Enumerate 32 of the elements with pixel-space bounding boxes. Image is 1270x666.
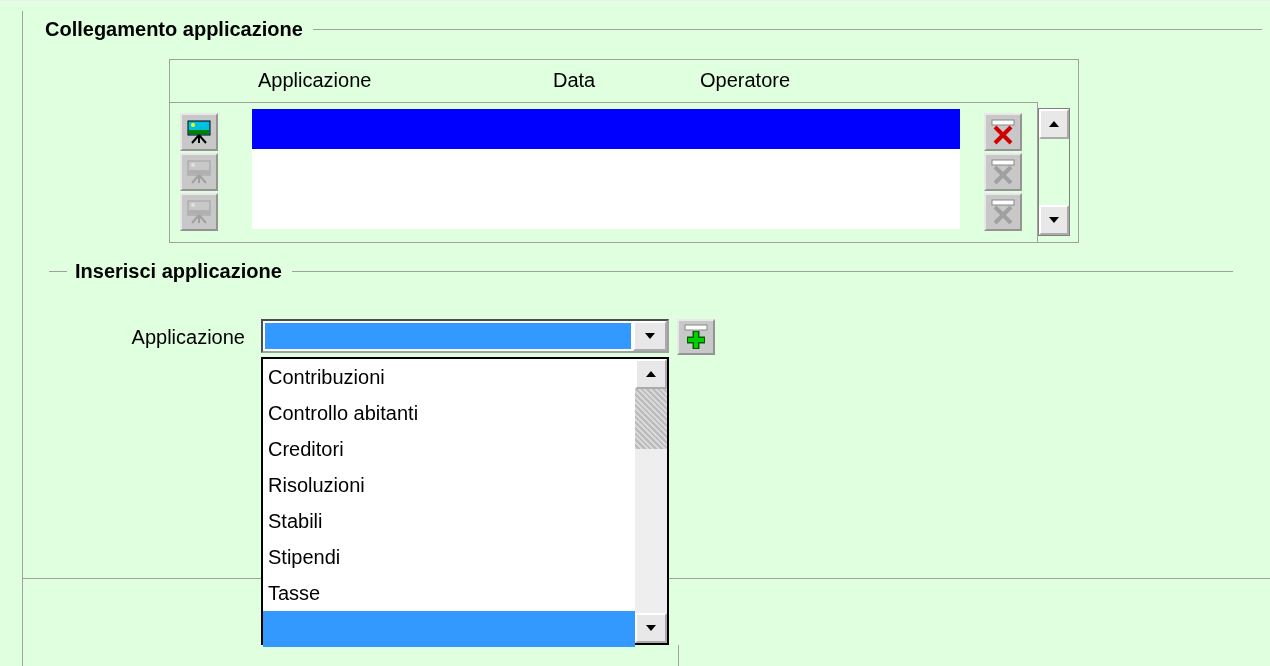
dropdown-option[interactable]: Stipendi (263, 539, 635, 575)
dropdown-option[interactable]: Stabili (263, 503, 635, 539)
dropdown-option[interactable]: Creditori (263, 431, 635, 467)
delete-icon (989, 198, 1017, 226)
up-arrow-icon (645, 370, 657, 378)
application-dropdown[interactable] (261, 319, 669, 353)
easel-icon (185, 118, 213, 146)
open-button[interactable] (180, 113, 218, 151)
plus-icon (682, 323, 710, 351)
column-header: Operatore (700, 69, 791, 92)
dropdown-option[interactable]: Contribuzioni (263, 359, 635, 395)
caret-icon (644, 332, 656, 340)
column-header: Data (553, 69, 596, 92)
dropdown-option[interactable]: Risoluzioni (263, 467, 635, 503)
dropdown-option[interactable]: Controllo abitanti (263, 395, 635, 431)
add-button[interactable] (677, 319, 715, 355)
up-arrow-icon (1048, 120, 1060, 128)
easel-icon (185, 198, 213, 226)
section-title: Inserisci applicazione (74, 259, 283, 283)
scrollbar[interactable] (1038, 108, 1070, 236)
down-arrow-icon (645, 624, 657, 632)
field-label: Applicazione (130, 325, 246, 349)
delete-icon (989, 118, 1017, 146)
delete-icon (989, 158, 1017, 186)
section-title: Collegamento applicazione (44, 17, 304, 41)
column-header: Applicazione (258, 69, 372, 92)
scrollbar[interactable] (635, 359, 667, 643)
dropdown-option[interactable]: Tasse (263, 575, 635, 611)
down-arrow-icon (1048, 216, 1060, 224)
scroll-thumb[interactable] (635, 389, 667, 449)
delete-button[interactable] (984, 113, 1022, 151)
easel-icon (185, 158, 213, 186)
